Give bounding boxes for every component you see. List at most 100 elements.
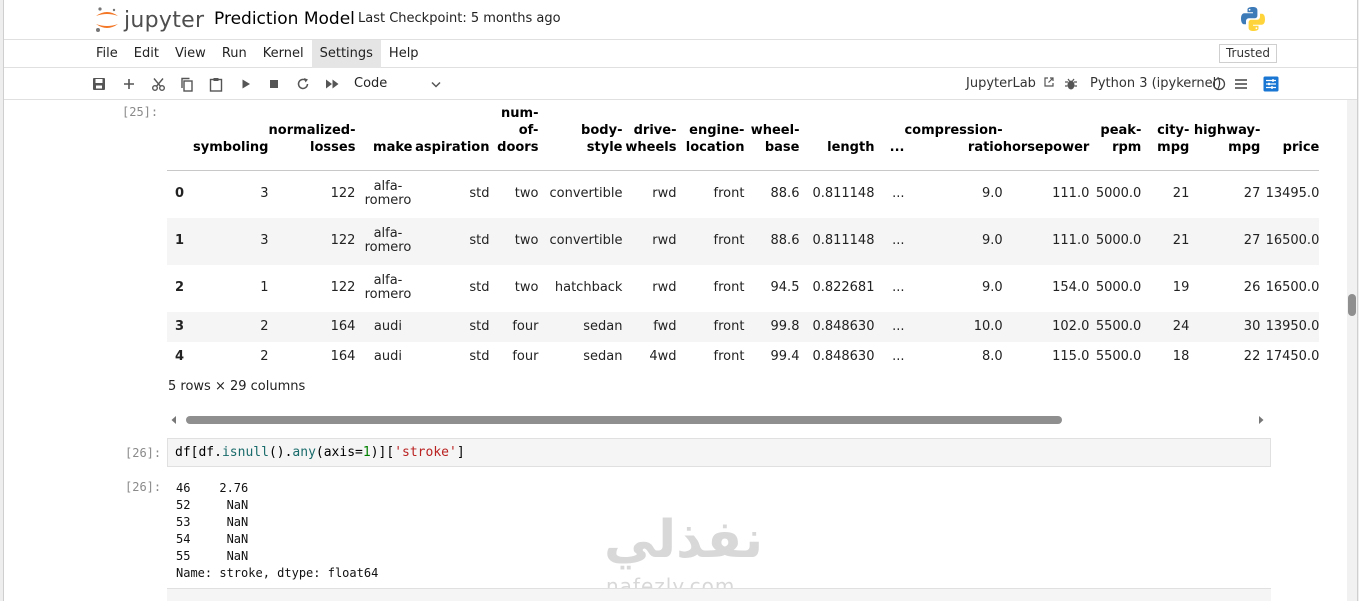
table-cell: alfa-romero xyxy=(364,273,412,302)
vertical-scroll-thumb[interactable] xyxy=(1348,294,1356,316)
open-jupyterlab-link[interactable]: JupyterLab xyxy=(966,76,1055,91)
menu-view[interactable]: View xyxy=(167,40,214,68)
property-inspector-button[interactable] xyxy=(1262,75,1280,93)
table-cell: hatchback xyxy=(554,280,623,295)
menu-bar: File Edit View Run Kernel Settings Help xyxy=(4,39,1357,68)
horizontal-scrollbar[interactable] xyxy=(168,413,1271,427)
plus-icon xyxy=(124,79,134,89)
fast-forward-icon xyxy=(325,79,338,89)
table-cell: 164 xyxy=(330,348,356,364)
table-cell: 102.0 xyxy=(1052,318,1090,334)
row-index: 2 xyxy=(175,280,185,295)
column-header: engine-location xyxy=(676,105,745,171)
table-cell: sedan xyxy=(583,348,623,364)
table-cell: 2 xyxy=(260,348,269,364)
table-cell: 5500.0 xyxy=(1095,318,1142,334)
jupyter-logo[interactable]: jupyter xyxy=(94,5,204,35)
table-cell: std xyxy=(469,280,490,295)
row-count-label: 5 rows × 29 columns xyxy=(168,379,306,394)
table-cell: two xyxy=(514,233,539,248)
column-header-label: length xyxy=(827,140,875,155)
table-row: 2 1 122 alfa-romero std two hatchback rwd front 9… xyxy=(167,265,1319,312)
header: jupyter Prediction Model Last Checkpoint… xyxy=(4,0,1357,40)
column-header: symboling xyxy=(193,105,268,171)
column-header-label: highway-mpg xyxy=(1193,123,1261,155)
table-row: 1 3 122 alfa-romero std two convertible rwd fron… xyxy=(167,217,1320,265)
save-icon xyxy=(93,78,105,90)
table-cell: ... xyxy=(892,280,905,295)
table-cell: 9.0 xyxy=(982,280,1003,295)
table-cell: 16500.0 xyxy=(1265,233,1320,248)
notebook-panel: [25]: symboling normalized-losses make a… xyxy=(4,100,1357,601)
cut-button[interactable] xyxy=(149,75,167,93)
external-link-icon xyxy=(1044,77,1054,87)
watermark-arabic: نفذلي xyxy=(604,510,764,570)
column-header: peak-rpm xyxy=(1089,105,1141,171)
copy-button[interactable] xyxy=(178,75,196,93)
menu-run[interactable]: Run xyxy=(214,40,255,68)
debugger-button[interactable] xyxy=(1062,75,1080,93)
table-row: 3 2 164 audi std four sedan fwd front 99.8 0.84863… xyxy=(167,311,1320,342)
scissors-icon xyxy=(151,77,165,91)
scroll-left-icon[interactable] xyxy=(170,415,178,425)
insert-cell-button[interactable] xyxy=(120,75,138,93)
table-cell: 10.0 xyxy=(973,318,1003,334)
table-cell: std xyxy=(469,186,490,202)
trusted-indicator[interactable]: Trusted xyxy=(1218,44,1277,63)
scroll-right-icon[interactable] xyxy=(1257,415,1265,425)
copy-icon xyxy=(181,77,193,92)
column-header-label: wheel-base xyxy=(750,123,800,155)
table-cell: rwd xyxy=(652,233,677,248)
table-cell: 111.0 xyxy=(1052,233,1090,248)
stop-icon xyxy=(270,80,278,88)
column-header: compression-ratio xyxy=(904,105,1002,171)
table-cell: 115.0 xyxy=(1052,348,1090,364)
table-cell: rwd xyxy=(652,280,677,295)
interrupt-button[interactable] xyxy=(265,75,283,93)
paste-icon xyxy=(209,77,223,92)
table-cell: 9.0 xyxy=(982,233,1003,248)
table-cell: 13950.0 xyxy=(1265,318,1320,334)
menu-help[interactable]: Help xyxy=(381,40,427,68)
table-cell: alfa-romero xyxy=(364,179,412,209)
restart-button[interactable] xyxy=(294,75,312,93)
table-cell: four xyxy=(512,348,539,364)
table-cell: 88.6 xyxy=(770,233,800,248)
column-header: body-style xyxy=(538,105,622,171)
table-cell: two xyxy=(514,280,539,295)
kernel-name[interactable]: Python 3 (ipykernel) xyxy=(1090,76,1221,91)
vertical-scrollbar[interactable] xyxy=(1347,100,1357,601)
menu-toggle-button[interactable] xyxy=(1232,75,1250,93)
paste-button[interactable] xyxy=(207,75,225,93)
cell-type-value: Code xyxy=(354,76,388,91)
restart-run-all-button[interactable] xyxy=(323,75,341,93)
checkpoint-status: Last Checkpoint: 5 months ago xyxy=(358,11,561,26)
menu-kernel[interactable]: Kernel xyxy=(255,40,312,68)
table-cell: 26 xyxy=(1243,280,1261,295)
scroll-thumb[interactable] xyxy=(186,416,1062,424)
menu-edit[interactable]: Edit xyxy=(126,40,167,68)
run-button[interactable] xyxy=(237,75,255,93)
next-code-cell[interactable] xyxy=(167,588,1271,601)
table-cell: front xyxy=(713,280,745,295)
menu-file[interactable]: File xyxy=(88,40,126,68)
table-cell: 0.811148 xyxy=(812,233,875,248)
column-header-label: engine-location xyxy=(685,123,745,155)
table-cell: std xyxy=(469,233,490,248)
save-button[interactable] xyxy=(90,75,108,93)
column-header-label: body-style xyxy=(581,123,623,155)
column-header: length xyxy=(799,105,874,171)
column-header-label: horsepower xyxy=(1002,140,1090,155)
menu-settings[interactable]: Settings xyxy=(311,39,381,68)
column-header-label: compression-ratio xyxy=(904,123,1003,155)
table-cell: 99.4 xyxy=(770,348,800,364)
column-header: ... xyxy=(874,105,905,171)
code-cell-26[interactable]: df[df.isnull().any(axis=1)]['stroke'] xyxy=(167,438,1271,467)
toolbar: Code JupyterLab Python 3 (ipykernel) xyxy=(4,68,1357,100)
cell-type-select[interactable]: Code xyxy=(354,76,444,91)
code-token: )][ xyxy=(370,445,395,460)
table-cell: 30 xyxy=(1243,318,1261,334)
table-cell: 24 xyxy=(1172,318,1190,334)
notebook-title[interactable]: Prediction Model xyxy=(214,9,355,29)
table-cell: 122 xyxy=(330,233,356,248)
